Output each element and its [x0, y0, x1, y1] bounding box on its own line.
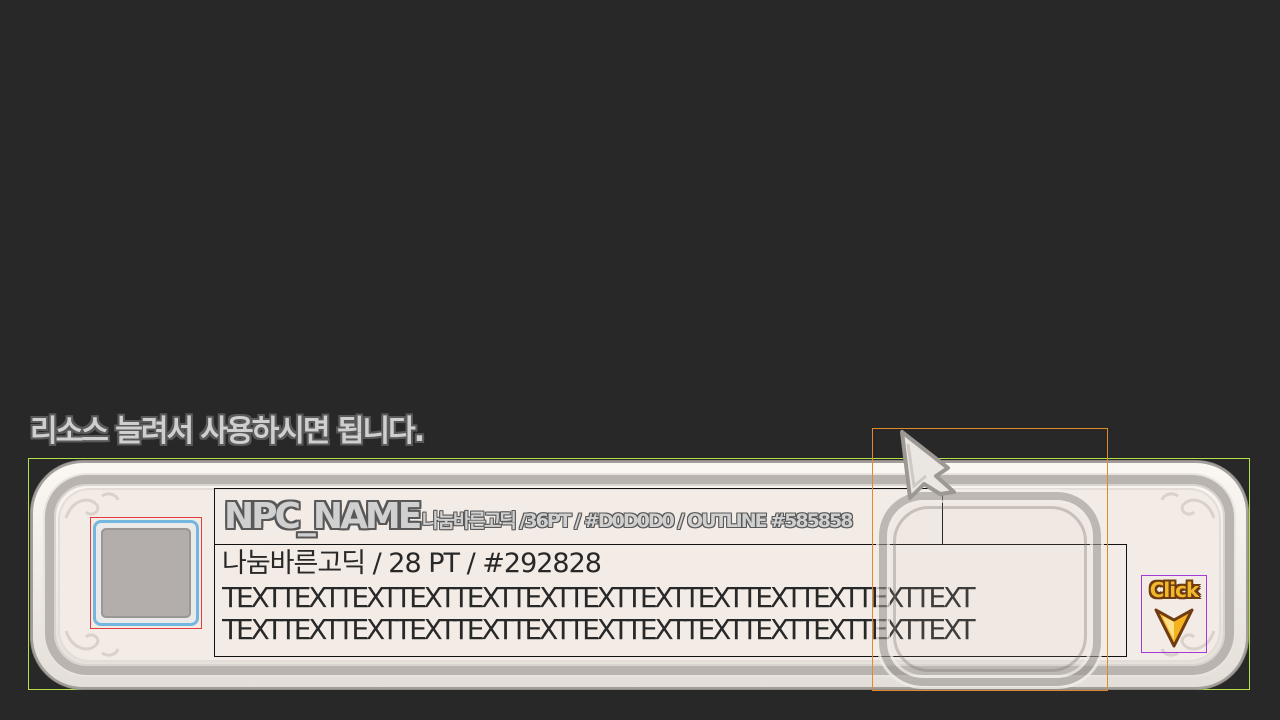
portrait-placeholder	[101, 528, 191, 618]
speech-pointer-frame	[879, 492, 1101, 686]
corner-ornament-top-right	[1160, 492, 1216, 519]
speech-pointer-icon	[900, 430, 956, 500]
body-font-spec: 나눔바른고딕 / 28 PT / #292828	[222, 548, 602, 579]
npc-portrait	[93, 520, 199, 626]
speech-pointer-frame-inner	[893, 506, 1087, 672]
corner-ornament-bottom-left	[64, 630, 120, 657]
click-label: Click	[1149, 578, 1200, 602]
npc-name: NPC_NAME	[224, 496, 422, 537]
name-font-spec: 나눔바른고딕 /36PT / #D0D0D0 / OUTLINE #585858	[422, 510, 853, 532]
down-arrow-icon	[1154, 608, 1194, 648]
instruction-text: 리소스 늘려서 사용하시면 됩니다.	[30, 414, 425, 449]
